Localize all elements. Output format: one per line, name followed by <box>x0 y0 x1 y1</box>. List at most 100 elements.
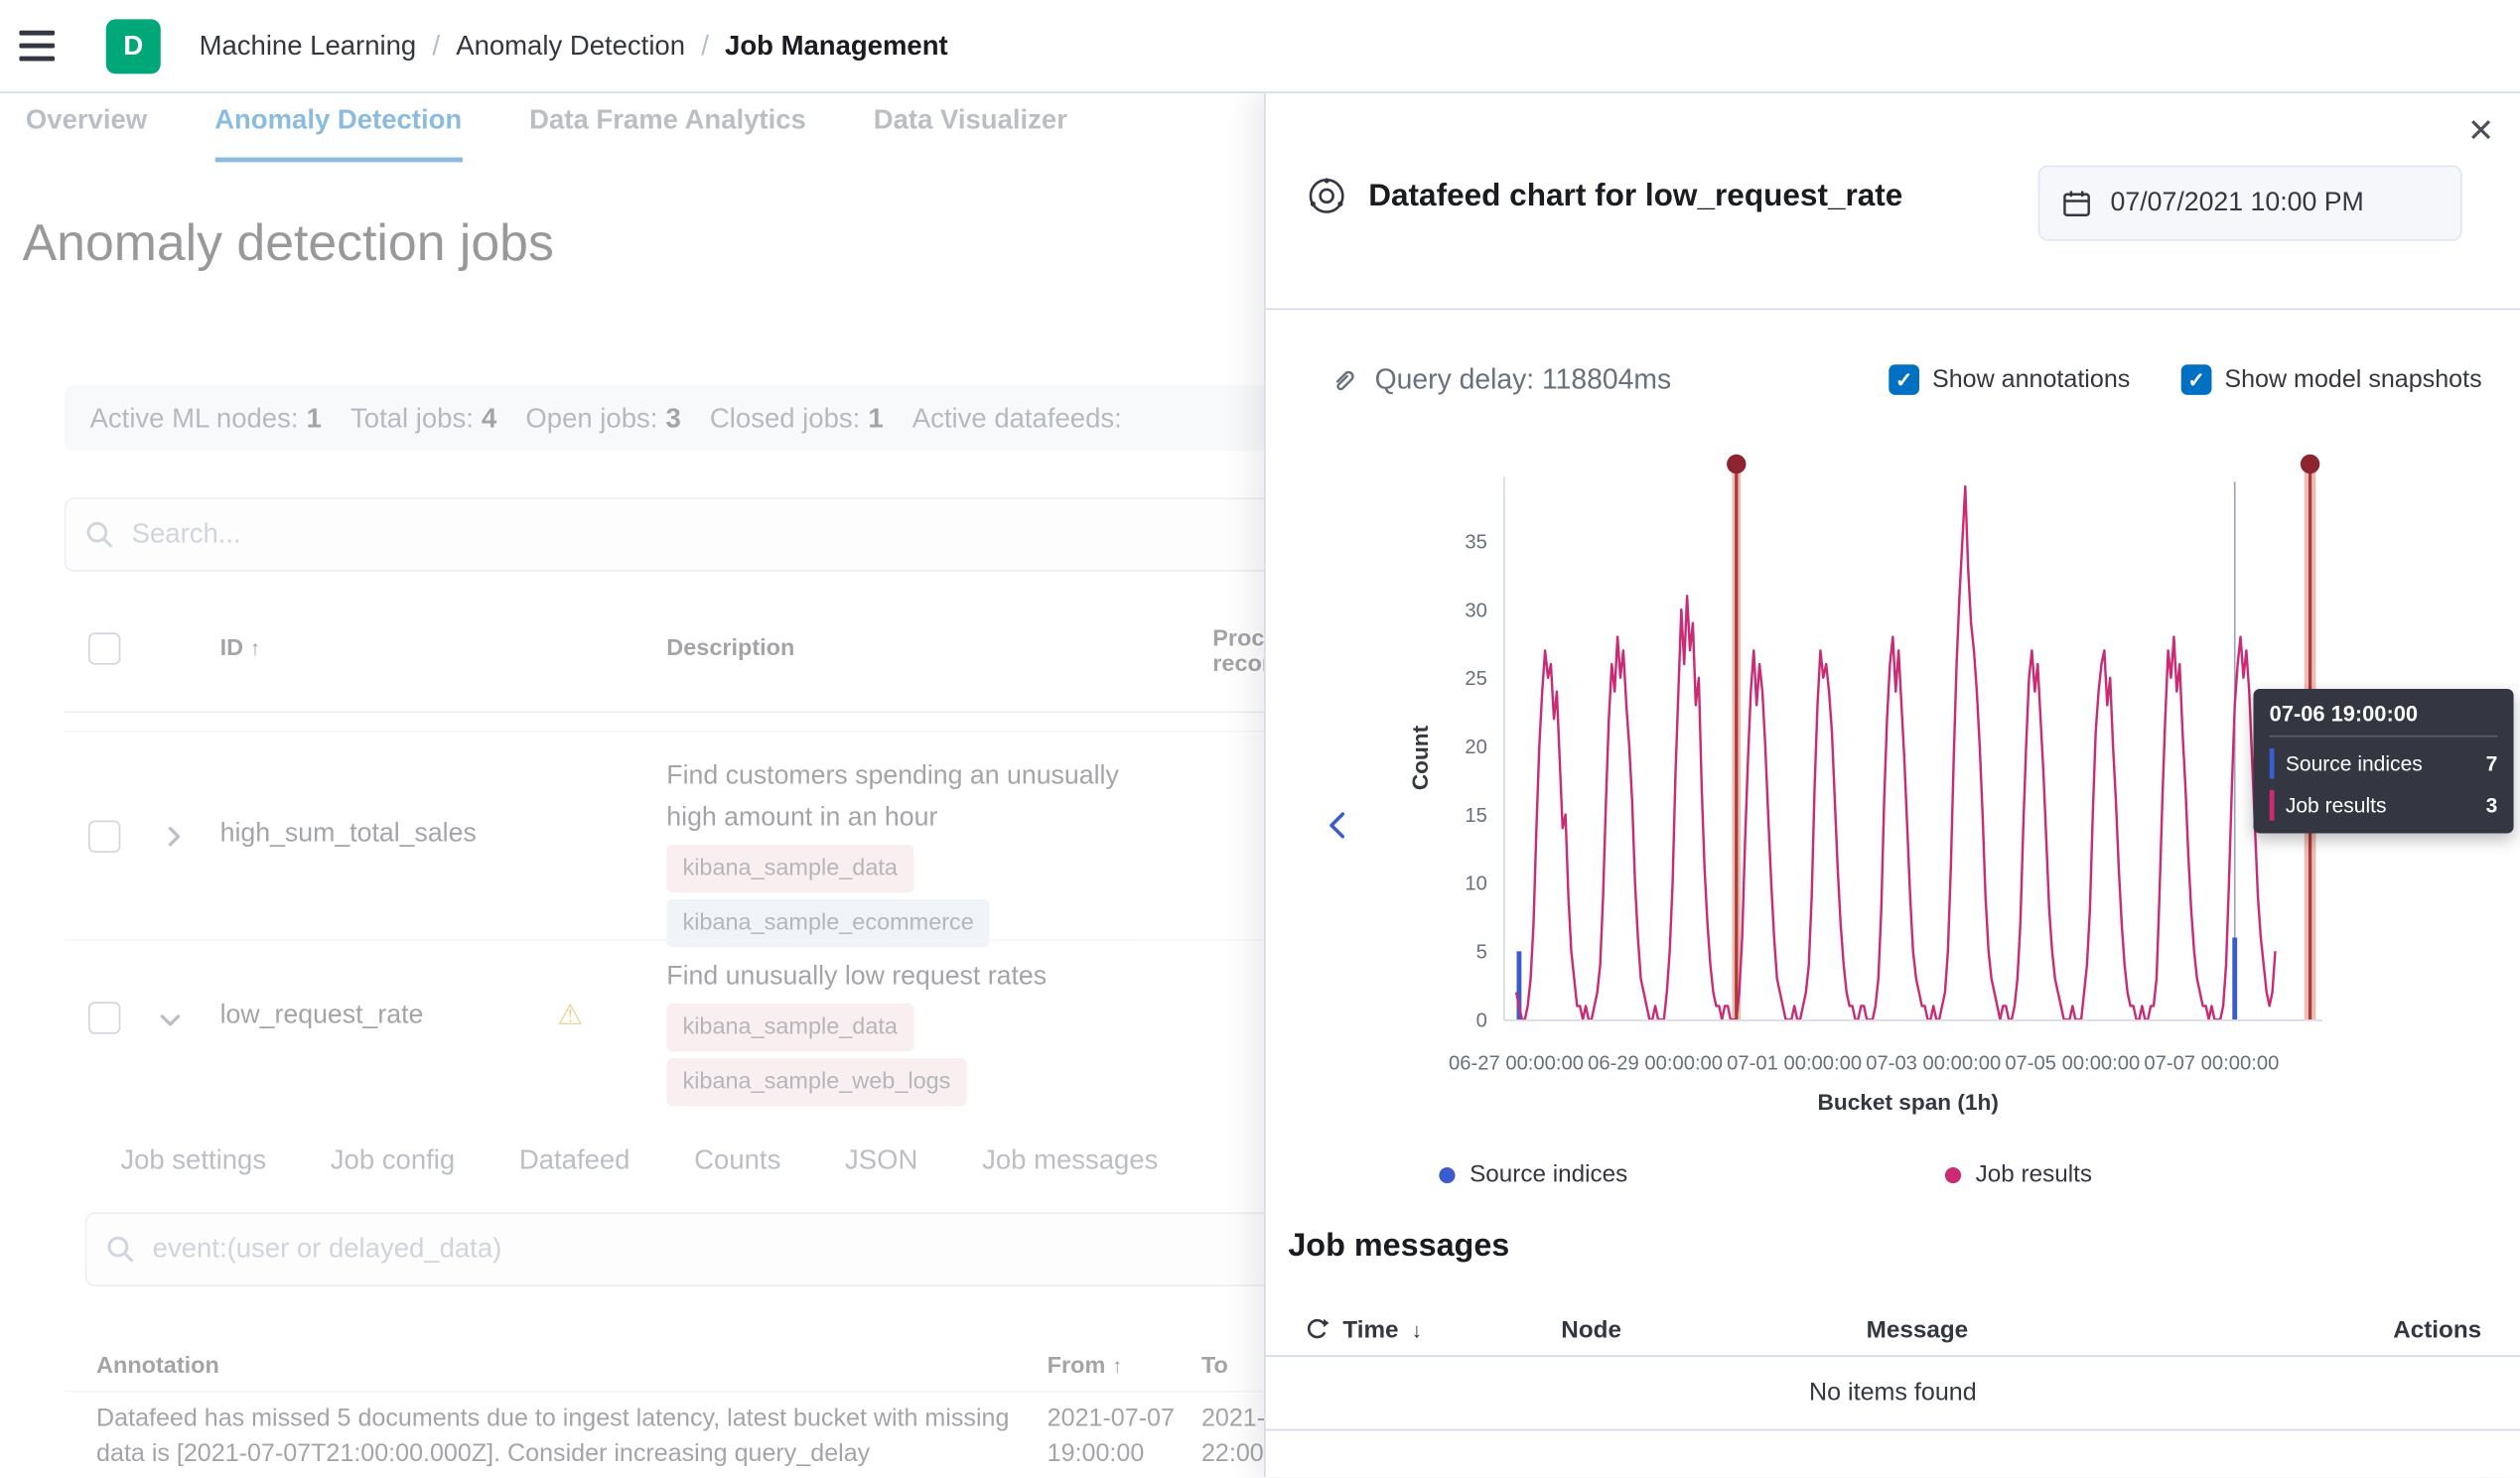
chevron-right-icon[interactable] <box>161 824 187 850</box>
checkbox-label: Show model snapshots <box>2224 365 2481 394</box>
sort-asc-icon: ↑ <box>1112 1354 1123 1378</box>
index-badge: kibana_sample_web_logs <box>666 1058 966 1107</box>
tab-job-settings[interactable]: Job settings <box>120 1144 266 1176</box>
column-header-id[interactable]: ID ↑ <box>220 636 260 662</box>
stat-active-ml-nodes: Active ML nodes:1 <box>90 402 322 434</box>
global-header: D Machine Learning / Anomaly Detection /… <box>0 0 2520 93</box>
datafeed-chart[interactable] <box>1503 481 2322 1021</box>
datafeed-chart-flyout: ✕ Datafeed chart for low_request_rate 07… <box>1264 91 2520 1477</box>
stat-active-datafeeds: Active datafeeds: <box>912 402 1130 434</box>
row-checkbox[interactable] <box>88 821 120 853</box>
tab-job-config[interactable]: Job config <box>331 1144 455 1176</box>
breadcrumb: Machine Learning / Anomaly Detection / J… <box>200 30 948 62</box>
svg-text:Count: Count <box>1408 725 1433 790</box>
sort-asc-icon: ↑ <box>250 636 261 660</box>
svg-text:07-07 00:00:00: 07-07 00:00:00 <box>2144 1052 2279 1074</box>
svg-text:15: 15 <box>1465 805 1486 827</box>
previous-page-button[interactable] <box>1324 808 1355 844</box>
datepicker-field[interactable]: 07/07/2021 10:00 PM <box>2038 166 2462 241</box>
svg-text:06-29 00:00:00: 06-29 00:00:00 <box>1588 1052 1723 1074</box>
tooltip-row: Source indices 7 <box>2270 748 2498 779</box>
breadcrumb-separator: / <box>701 30 709 62</box>
legend-source-indices[interactable]: Source indices <box>1439 1161 1627 1188</box>
column-header-message: Message <box>1867 1316 2321 1343</box>
annotation-paperclip-icon <box>1330 365 1358 394</box>
row-checkbox[interactable] <box>88 1002 120 1033</box>
svg-text:20: 20 <box>1465 737 1486 758</box>
job-detail-tabs: Job settings Job config Datafeed Counts … <box>120 1144 1158 1176</box>
calendar-icon <box>2060 187 2092 218</box>
legend-dot <box>1945 1166 1961 1182</box>
warning-icon[interactable]: ⚠ <box>557 999 583 1032</box>
job-messages-title: Job messages <box>1288 1228 1509 1265</box>
sort-desc-icon: ↓ <box>1411 1317 1422 1341</box>
search-icon <box>85 520 114 549</box>
svg-text:0: 0 <box>1476 1009 1487 1031</box>
column-header-description: Description <box>666 636 794 662</box>
annotation-message: Datafeed has missed 5 documents due to i… <box>96 1402 1025 1472</box>
tab-overview[interactable]: Overview <box>26 104 147 162</box>
chevron-down-icon[interactable] <box>158 1007 184 1032</box>
stat-total-jobs: Total jobs:4 <box>350 402 496 434</box>
series-color-bar <box>2270 790 2275 821</box>
tab-json[interactable]: JSON <box>845 1144 917 1176</box>
svg-text:06-27 00:00:00: 06-27 00:00:00 <box>1449 1052 1584 1074</box>
tab-data-frame-analytics[interactable]: Data Frame Analytics <box>529 104 806 162</box>
space-avatar[interactable]: D <box>106 19 161 73</box>
tooltip-timestamp: 07-06 19:00:00 <box>2270 702 2498 738</box>
close-icon[interactable]: ✕ <box>2467 111 2494 151</box>
chevron-left-icon <box>1324 808 1355 844</box>
search-icon <box>106 1235 135 1264</box>
tab-data-visualizer[interactable]: Data Visualizer <box>874 104 1067 162</box>
app: D Machine Learning / Anomaly Detection /… <box>0 0 2520 1477</box>
ml-top-tabs: Overview Anomaly Detection Data Frame An… <box>26 104 1067 162</box>
stat-closed-jobs: Closed jobs:1 <box>710 402 884 434</box>
checkbox-checked[interactable]: ✓ <box>1889 364 1919 395</box>
breadcrumb-separator: / <box>432 30 440 62</box>
svg-text:07-01 00:00:00: 07-01 00:00:00 <box>1727 1052 1862 1074</box>
flyout-title: Datafeed chart for low_request_rate <box>1368 178 1902 214</box>
annotation-from: 2021-07-07 19:00:00 <box>1048 1402 1195 1472</box>
page-title: Anomaly detection jobs <box>23 213 554 273</box>
ml-job-icon <box>1306 175 1347 216</box>
svg-text:07-03 00:00:00: 07-03 00:00:00 <box>1866 1052 2001 1074</box>
column-header-to[interactable]: To <box>1201 1354 1228 1380</box>
refresh-icon[interactable] <box>1304 1316 1330 1342</box>
legend-job-results[interactable]: Job results <box>1945 1161 2092 1188</box>
index-badge: kibana_sample_data <box>666 1004 913 1052</box>
show-model-snapshots-toggle[interactable]: ✓ Show model snapshots <box>2181 364 2482 395</box>
job-id: low_request_rate <box>220 1001 424 1031</box>
column-header-time[interactable]: Time ↓ <box>1304 1316 1561 1343</box>
divider <box>1266 309 2520 311</box>
empty-table-message: No items found <box>1266 1357 2520 1430</box>
checkbox-checked[interactable]: ✓ <box>2181 364 2212 395</box>
tab-anomaly-detection[interactable]: Anomaly Detection <box>214 104 462 162</box>
show-annotations-toggle[interactable]: ✓ Show annotations <box>1889 364 2130 395</box>
svg-text:35: 35 <box>1465 531 1486 553</box>
column-header-annotation: Annotation <box>96 1354 219 1380</box>
svg-text:5: 5 <box>1476 942 1487 964</box>
svg-text:30: 30 <box>1465 600 1486 621</box>
job-description: Find customers spending an unusually hig… <box>666 754 1148 947</box>
job-messages-header: Time ↓ Node Message Actions <box>1266 1303 2520 1356</box>
svg-text:10: 10 <box>1465 873 1486 895</box>
legend-dot <box>1439 1166 1455 1182</box>
tab-job-messages[interactable]: Job messages <box>982 1144 1158 1176</box>
tab-datafeed[interactable]: Datafeed <box>519 1144 630 1176</box>
column-header-node: Node <box>1561 1316 1866 1343</box>
datepicker-value: 07/07/2021 10:00 PM <box>2111 188 2364 218</box>
column-header-from[interactable]: From ↑ <box>1048 1354 1123 1380</box>
chart-tooltip: 07-06 19:00:00 Source indices 7 Job resu… <box>2253 689 2513 834</box>
query-delay: Query delay: 118804ms <box>1330 363 1671 397</box>
select-all-checkbox[interactable] <box>88 632 120 664</box>
column-header-actions: Actions <box>2320 1316 2481 1343</box>
menu-icon[interactable] <box>19 14 83 78</box>
breadcrumb-anomaly-detection[interactable]: Anomaly Detection <box>456 30 685 62</box>
checkbox-label: Show annotations <box>1932 365 2130 394</box>
svg-text:25: 25 <box>1465 668 1486 690</box>
tooltip-row: Job results 3 <box>2270 790 2498 821</box>
job-id: high_sum_total_sales <box>220 819 477 850</box>
stat-open-jobs: Open jobs:3 <box>525 402 680 434</box>
breadcrumb-machine-learning[interactable]: Machine Learning <box>200 30 417 62</box>
tab-counts[interactable]: Counts <box>694 1144 780 1176</box>
